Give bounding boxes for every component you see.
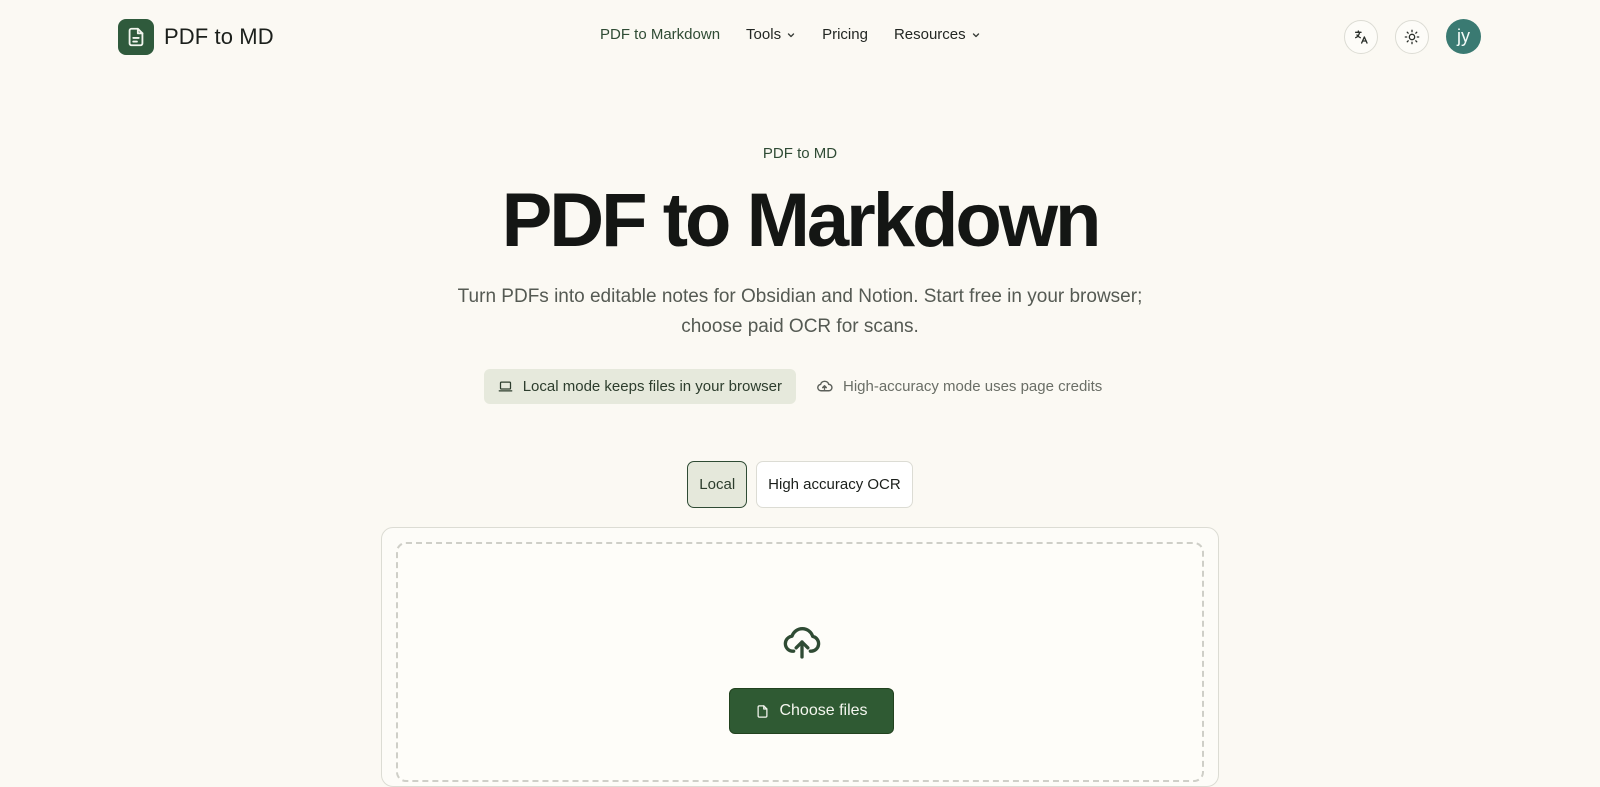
user-avatar[interactable]: jy <box>1446 19 1481 54</box>
nav-label: PDF to Markdown <box>600 26 721 43</box>
nav-tools[interactable]: Tools <box>746 26 796 43</box>
sun-icon <box>1404 29 1420 44</box>
upload-card: Choose files <box>381 527 1219 787</box>
nav-label: Pricing <box>822 26 868 43</box>
chevron-down-icon <box>972 32 979 37</box>
site-header: PDF to MD PDF to Markdown Tools Pricing … <box>0 0 1600 74</box>
feature-pills: Local mode keeps files in your browser H… <box>0 369 1600 404</box>
mode-toggle: Local High accuracy OCR <box>0 461 1600 508</box>
nav-label: Tools <box>746 26 782 43</box>
nav-pricing[interactable]: Pricing <box>822 26 868 43</box>
cloud-upload-icon <box>783 627 821 659</box>
choose-files-label: Choose files <box>779 702 868 719</box>
chevron-down-icon <box>787 32 795 37</box>
mode-local-button[interactable]: Local <box>687 461 748 508</box>
translate-icon <box>1355 29 1368 44</box>
theme-toggle-button[interactable] <box>1395 19 1429 54</box>
header-actions: jy <box>1344 19 1481 54</box>
page-title: PDF to Markdown <box>501 178 1102 263</box>
mode-ocr-button[interactable]: High accuracy OCR <box>756 461 913 508</box>
laptop-icon <box>498 381 513 392</box>
hero-subtitle: Turn PDFs into editable notes for Obsidi… <box>457 286 1143 337</box>
nav-pdf-to-markdown[interactable]: PDF to Markdown <box>600 26 720 43</box>
choose-files-button[interactable]: Choose files <box>729 688 894 734</box>
high-accuracy-label: High-accuracy mode uses page credits <box>843 378 1103 395</box>
nav-label: Resources <box>893 26 966 43</box>
cloud-icon <box>817 380 833 392</box>
nav-resources[interactable]: Resources <box>894 26 981 43</box>
hero-eyebrow: PDF to MD <box>762 145 838 162</box>
file-dropzone[interactable]: Choose files <box>396 542 1204 782</box>
language-button[interactable] <box>1344 19 1378 54</box>
file-icon <box>757 704 768 718</box>
local-mode-pill: Local mode keeps files in your browser <box>483 369 796 404</box>
document-icon <box>118 19 154 55</box>
high-accuracy-pill: High-accuracy mode uses page credits <box>810 369 1116 404</box>
brand-link[interactable]: PDF to MD <box>118 19 274 55</box>
local-mode-label: Local mode keeps files in your browser <box>522 378 782 395</box>
brand-name: PDF to MD <box>164 24 274 49</box>
main-nav: PDF to Markdown Tools Pricing Resources <box>600 26 981 43</box>
